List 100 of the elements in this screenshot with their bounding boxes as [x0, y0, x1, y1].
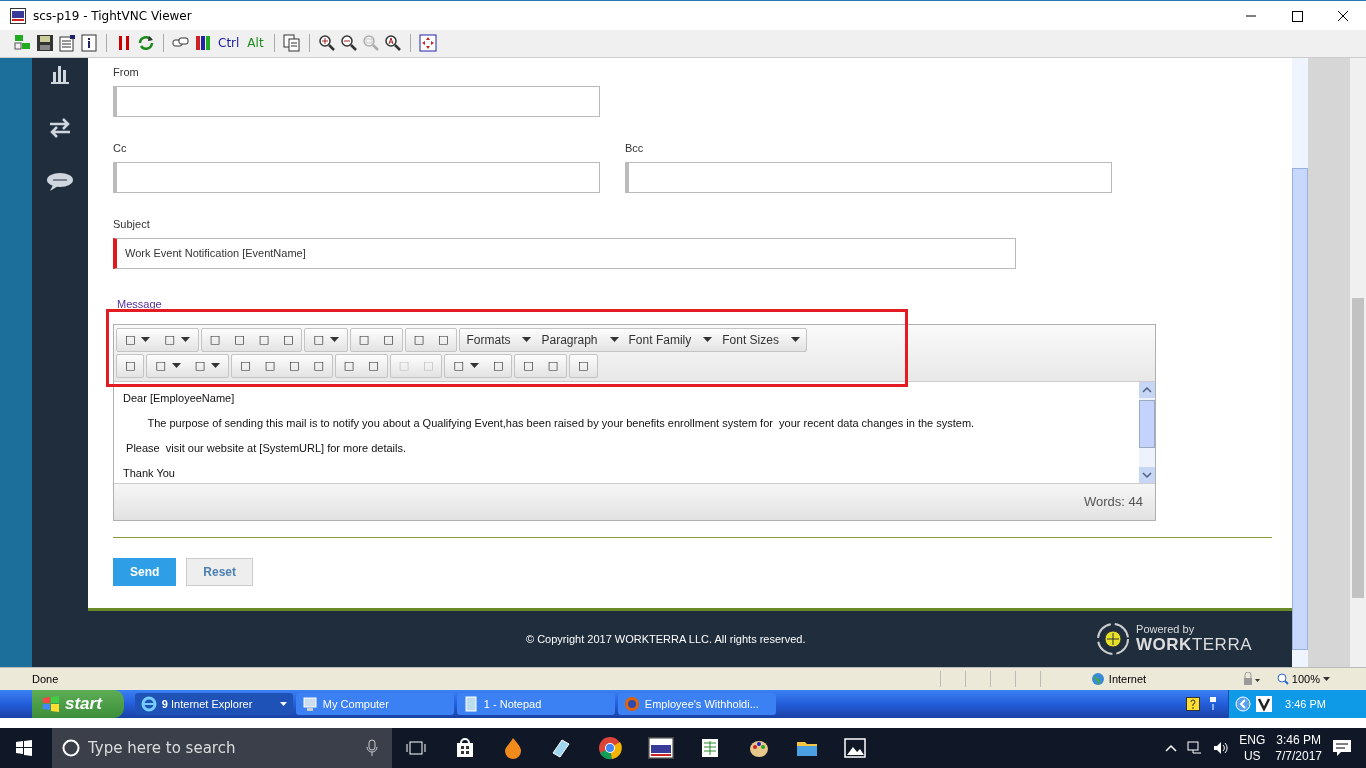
search-field[interactable]: Type here to search — [86, 738, 360, 758]
save-icon[interactable] — [36, 34, 54, 53]
vnc-app-icon[interactable] — [648, 737, 674, 759]
chevron-up-icon[interactable] — [1165, 744, 1178, 752]
speech-bubble-icon[interactable] — [45, 171, 75, 192]
text-field[interactable] — [113, 161, 600, 193]
toolbar-button[interactable]: □ — [187, 355, 228, 376]
clipboard-icon[interactable] — [282, 34, 301, 53]
clock-date[interactable]: 7/7/2017 — [1275, 748, 1322, 764]
toolbar-button[interactable]: □ — [516, 355, 541, 376]
options-icon[interactable] — [58, 34, 76, 53]
toolbar-button[interactable]: □ — [376, 329, 401, 350]
toolbar-button[interactable]: □ — [148, 355, 188, 376]
transfer-arrows-icon[interactable] — [48, 117, 72, 138]
notification-icon[interactable] — [1332, 739, 1352, 757]
taskbar-button[interactable]: 9 Internet Explorer — [134, 693, 293, 715]
zoom-level[interactable]: 100% — [1270, 672, 1336, 687]
computer-icon[interactable] — [301, 696, 318, 712]
toolbar-button[interactable]: □ — [446, 355, 486, 376]
zoom-auto-icon[interactable] — [383, 34, 402, 53]
flame-icon[interactable] — [502, 737, 524, 759]
caret-icon[interactable] — [522, 337, 532, 343]
key-button[interactable]: Ctrl — [216, 36, 242, 51]
field-label: Cc — [113, 141, 128, 154]
toolbar-button[interactable]: □ — [571, 355, 596, 376]
caret-icon[interactable] — [211, 363, 221, 369]
toolbar-button[interactable]: □ — [118, 329, 158, 350]
task-view-icon[interactable] — [406, 740, 426, 756]
caret-icon[interactable] — [279, 702, 287, 706]
search-bar[interactable]: Type here to search — [52, 728, 392, 768]
windows-logo-icon[interactable] — [16, 740, 32, 756]
toolbar-button[interactable]: □ — [361, 355, 386, 376]
text-field[interactable] — [625, 161, 1112, 193]
toolbar-button[interactable]: □ — [306, 329, 346, 350]
help-icon[interactable] — [1186, 697, 1201, 711]
toolbar-button[interactable]: □ — [282, 355, 307, 376]
field-label: Subject — [113, 217, 151, 230]
speaker-icon[interactable] — [1213, 741, 1230, 755]
taskbar-button[interactable]: My Computer — [295, 693, 454, 715]
refresh-icon[interactable] — [137, 34, 155, 53]
scrollbar[interactable] — [1139, 381, 1155, 483]
toolbar-button[interactable]: □ — [485, 355, 511, 376]
caret-icon[interactable] — [703, 337, 713, 343]
taskbar-button[interactable]: 1 - Notepad — [456, 693, 615, 715]
toolbar-button[interactable]: □ — [540, 355, 566, 376]
toolbar-button[interactable]: □ — [306, 355, 331, 376]
vnc-logo-icon — [10, 7, 26, 24]
toolbar-button[interactable]: □ — [431, 329, 456, 350]
copyright-text: © Copyright 2017 WORKTERRA LLC. All rights reserved. — [526, 633, 806, 646]
text-field[interactable] — [113, 85, 600, 117]
caret-icon[interactable] — [171, 363, 181, 369]
message-paragraph: Dear [EmployeeName] — [123, 391, 235, 404]
taskbar-button[interactable]: Employee's Withholdi... — [617, 693, 776, 715]
windows-flag-icon[interactable] — [42, 696, 60, 712]
magnifier-icon[interactable] — [1276, 673, 1289, 686]
scroll-down-icon[interactable] — [1139, 466, 1155, 483]
text-field[interactable]: Work Event Notification [EventName] — [113, 237, 1016, 269]
toolbar-button[interactable]: □ — [251, 329, 277, 350]
toolbar-button[interactable]: Paragraph — [536, 329, 624, 350]
toolbar-button[interactable]: □ — [118, 355, 143, 376]
network-icon[interactable] — [1187, 741, 1204, 755]
toolbar-button[interactable]: □ — [276, 329, 301, 350]
toolbar-button[interactable]: Font Family — [623, 329, 718, 350]
info-icon[interactable] — [80, 34, 98, 53]
store-icon[interactable] — [454, 737, 476, 759]
toolbar-button[interactable]: □ — [406, 329, 432, 350]
toolbar-button[interactable]: Font Sizes — [717, 329, 805, 350]
vnc-tray-icon[interactable] — [1256, 696, 1273, 712]
toolbar-button[interactable]: Formats — [461, 329, 537, 350]
security-zone: Internet — [1108, 673, 1147, 686]
toolbar-button[interactable]: □ — [257, 355, 283, 376]
image-icon[interactable] — [844, 737, 866, 759]
caret-icon[interactable] — [1323, 677, 1330, 682]
toolbar-button[interactable]: □ — [233, 355, 258, 376]
browser-icon[interactable] — [140, 696, 157, 712]
caret-icon[interactable] — [329, 337, 339, 343]
search-icon[interactable] — [62, 739, 80, 757]
caret-icon[interactable] — [790, 337, 800, 343]
microphone-icon[interactable] — [366, 739, 378, 757]
zoom-out-icon[interactable] — [339, 34, 358, 53]
caret-icon[interactable] — [469, 363, 479, 369]
caret-icon[interactable] — [141, 337, 151, 343]
reset-button[interactable]: Reset — [186, 557, 254, 586]
chrome-icon[interactable] — [598, 736, 622, 760]
caret-icon[interactable] — [609, 337, 619, 343]
toolbar-button[interactable]: □ — [157, 329, 197, 350]
caret-icon[interactable] — [180, 337, 190, 343]
notepad-icon[interactable] — [462, 696, 479, 712]
input-language[interactable]: ENG — [1239, 732, 1266, 748]
toolbar-button[interactable]: □ — [351, 329, 377, 350]
key-button[interactable]: Alt — [245, 36, 266, 51]
zoom-in-icon[interactable] — [317, 34, 336, 53]
toolbar-button[interactable]: □ — [202, 329, 228, 350]
input-region[interactable]: US — [1243, 748, 1261, 764]
scrollbar[interactable] — [1292, 57, 1308, 668]
toolbar-button[interactable]: □ — [336, 355, 362, 376]
toolbar-button[interactable]: □ — [227, 329, 252, 350]
fullscreen-icon[interactable] — [418, 34, 437, 53]
clock-time[interactable]: 3:46 PM — [1276, 732, 1321, 748]
scrollbar[interactable] — [1350, 57, 1366, 668]
